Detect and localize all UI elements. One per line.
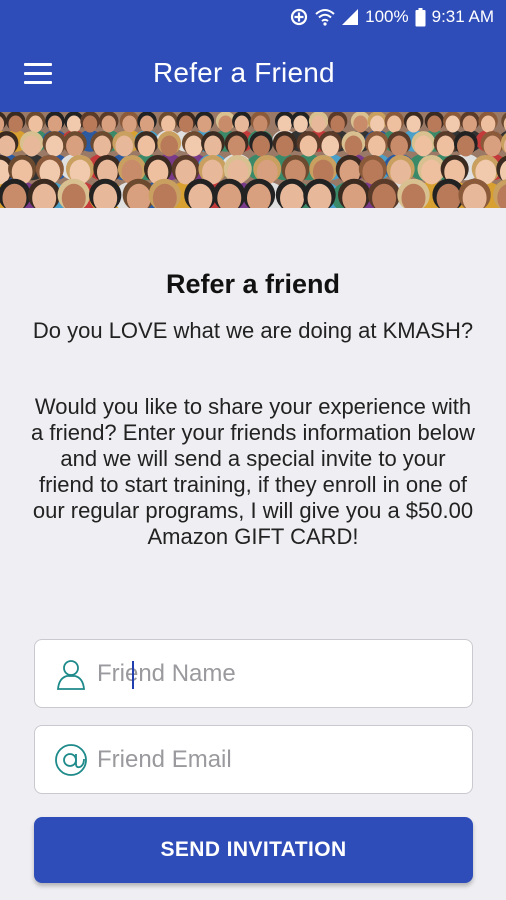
hamburger-menu-icon[interactable] bbox=[24, 63, 54, 85]
app-bar: Refer a Friend bbox=[0, 36, 506, 112]
intro-question: Do you LOVE what we are doing at KMASH? bbox=[32, 318, 474, 343]
data-saver-icon bbox=[289, 7, 309, 27]
clock: 9:31 AM bbox=[431, 7, 494, 26]
friend-email-input[interactable] bbox=[97, 726, 457, 793]
crowd-photo bbox=[0, 112, 506, 208]
friend-name-input[interactable] bbox=[97, 640, 457, 707]
friend-email-field[interactable] bbox=[34, 725, 473, 794]
status-icons: 100% 9:31 AM bbox=[289, 7, 494, 27]
at-sign-icon bbox=[53, 742, 89, 778]
page-title: Refer a Friend bbox=[153, 57, 335, 88]
main-content: Refer a friend Do you LOVE what we are d… bbox=[0, 208, 506, 900]
send-invitation-button[interactable]: SEND INVITATION bbox=[34, 817, 473, 883]
friend-name-field[interactable] bbox=[34, 639, 473, 708]
battery-level-text: 100% bbox=[365, 7, 409, 26]
description-text: Would you like to share your experience … bbox=[31, 394, 475, 549]
person-icon bbox=[53, 656, 89, 692]
hero-crowd-image bbox=[0, 112, 506, 208]
signal-icon bbox=[341, 8, 359, 26]
battery-icon bbox=[415, 7, 426, 27]
wifi-icon bbox=[315, 8, 335, 26]
status-bar: 100% 9:31 AM bbox=[0, 0, 506, 36]
section-heading: Refer a friend bbox=[165, 269, 341, 299]
text-cursor bbox=[132, 661, 134, 689]
